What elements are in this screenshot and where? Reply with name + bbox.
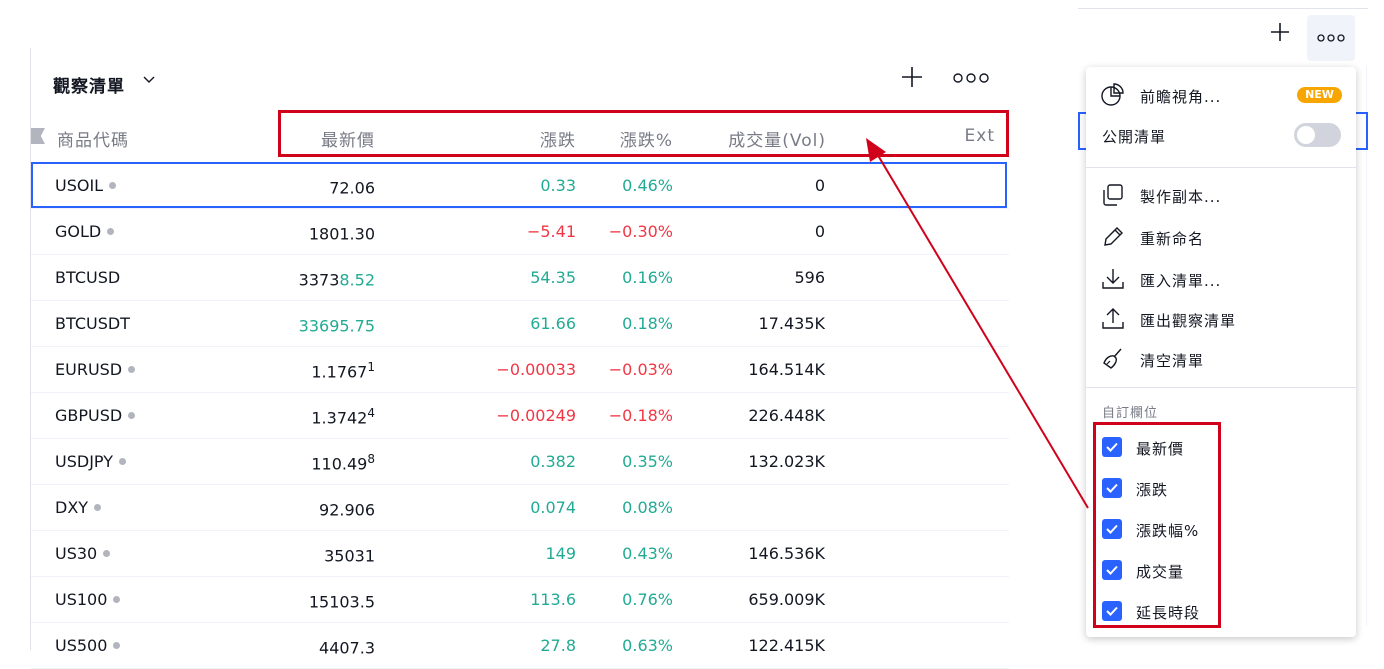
- annotation-arrow: [866, 138, 1089, 509]
